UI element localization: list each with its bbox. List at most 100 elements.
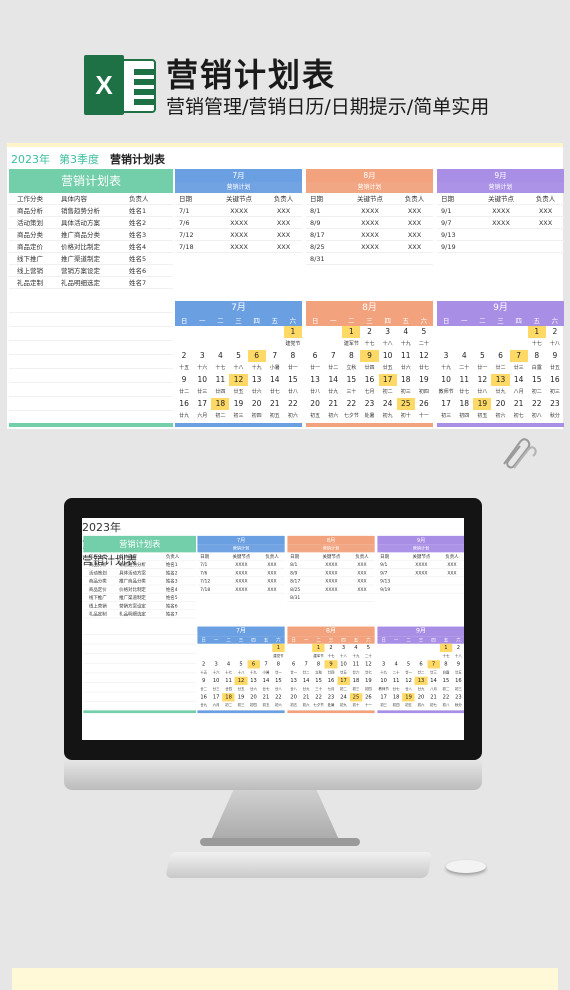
col-header: 负责人 bbox=[355, 553, 369, 560]
calendar-lunar: 初十 bbox=[352, 703, 360, 708]
table-cell bbox=[475, 229, 527, 240]
calendar-lunar: 廿二 bbox=[328, 365, 339, 371]
weekday-label: 日 bbox=[201, 637, 206, 644]
table-row: 7/12 XXXX XXX bbox=[197, 577, 285, 586]
weekday-row: 日一二三四五六 bbox=[287, 636, 375, 644]
col-header: 工作分类 bbox=[17, 195, 43, 203]
calendar-day: 22 bbox=[346, 399, 357, 408]
table-cell: 9/7 bbox=[380, 570, 388, 576]
calendar-lunar bbox=[415, 652, 427, 660]
col-header: 负责人 bbox=[273, 195, 294, 203]
calendar-day: 13 bbox=[251, 375, 262, 384]
month-panel: 9月 营销计划 日期 关键节点 负责人 9/1 XXXX XXX 9/7 XXXX… bbox=[437, 169, 564, 427]
table-cell: 推广商品分类 bbox=[119, 578, 146, 584]
calendar-lunar: 十八 bbox=[382, 341, 393, 347]
weekday-label: 三 bbox=[497, 317, 504, 325]
calendar-lunar: 廿八 bbox=[405, 687, 413, 692]
month-footer bbox=[437, 423, 564, 427]
calendar-day: 16 bbox=[327, 677, 335, 684]
calendar-lunar: 廿二 bbox=[417, 670, 425, 675]
weekday-label: 四 bbox=[515, 317, 522, 325]
calendar-lunar: 初五 bbox=[290, 703, 298, 708]
table-cell: 7/12 bbox=[179, 231, 194, 239]
table-row: 9/7 XXXX XXX bbox=[377, 569, 464, 578]
table-cell bbox=[439, 585, 464, 593]
table-cell: 线上营销 bbox=[88, 603, 107, 609]
monitor-bezel: 2023年 第3季度 营销计划表 营销计划表 工作分类 具体内容 负责人 商品分… bbox=[64, 498, 482, 760]
calendar-day: 8 bbox=[290, 351, 296, 360]
table-cell: 8/25 bbox=[290, 586, 301, 593]
col-header: 日期 bbox=[200, 553, 210, 560]
calendar-lunar: 廿七 bbox=[262, 687, 270, 692]
calendar-lunar: 十九 bbox=[250, 670, 257, 675]
table-row: 商品分析 销售趋势分析 姓名1 bbox=[9, 205, 173, 217]
calendar-lunar bbox=[306, 338, 324, 350]
calendar-lunar: 十九 bbox=[380, 670, 388, 675]
calendar-day bbox=[222, 644, 234, 652]
weekday-label: 一 bbox=[303, 637, 309, 644]
table-row: 8/31 bbox=[306, 253, 433, 265]
calendar-lunar: 七月 bbox=[364, 389, 375, 395]
table-cell: 8/1 bbox=[310, 207, 321, 215]
calendar-day: 14 bbox=[270, 375, 280, 384]
month-subheading: 营销计划 bbox=[377, 544, 464, 553]
table-cell: 线下推广 bbox=[17, 255, 43, 263]
table-cell: XXX bbox=[267, 578, 277, 584]
calendar-lunar: 廿三 bbox=[197, 389, 208, 395]
table-row: 活动策划 具体活动方案 姓名2 bbox=[83, 569, 197, 578]
table-row: 9/19 bbox=[437, 241, 564, 253]
table-cell bbox=[344, 253, 396, 264]
table-cell: 姓名3 bbox=[165, 578, 178, 584]
calendar-day: 1 bbox=[342, 326, 361, 338]
table-row: 7/12 XXXX XXX bbox=[175, 229, 302, 241]
calendar-lunar: 初六 bbox=[274, 703, 282, 708]
table-row: 8/17 XXXX XXX bbox=[287, 577, 375, 586]
calendar-day: 12 bbox=[477, 375, 488, 384]
calendar-day: 15 bbox=[275, 677, 282, 684]
calendar-lunar: 二十 bbox=[459, 365, 470, 371]
calendar-day: 4 bbox=[403, 327, 409, 336]
calendar-day: 7 bbox=[509, 350, 528, 362]
table-row: 7/18 XXXX XXX bbox=[197, 585, 285, 594]
calendar-lunar: 初三 bbox=[380, 703, 388, 708]
calendar-lunar: 廿五 bbox=[454, 670, 462, 675]
table-cell: 营销方案设定 bbox=[61, 267, 100, 275]
calendar-day: 8 bbox=[348, 351, 354, 360]
calendar-day: 13 bbox=[250, 677, 257, 684]
month-table-header: 日期 关键节点 负责人 bbox=[306, 193, 433, 205]
calendar-lunar bbox=[193, 338, 211, 350]
weekday-label: 二 bbox=[316, 637, 321, 644]
year-label: 2023年 bbox=[11, 153, 50, 166]
calendar-day: 19 bbox=[237, 693, 245, 701]
weekday-row: 日一二三四五六 bbox=[197, 636, 285, 644]
calendar-day: 4 bbox=[226, 660, 231, 668]
calendar-day bbox=[455, 326, 473, 338]
calendar-day: 18 bbox=[222, 693, 235, 702]
calendar-day: 21 bbox=[270, 399, 280, 408]
table-cell: 7/1 bbox=[200, 561, 208, 568]
col-header: 日期 bbox=[179, 195, 192, 203]
calendar-day: 17 bbox=[378, 374, 397, 386]
calendar-lunar: 廿一 bbox=[405, 670, 413, 675]
table-row: 礼品定制 礼品明细选定 姓名7 bbox=[83, 610, 197, 619]
monitor-sheet-preview: 2023年 第3季度 营销计划表 营销计划表 工作分类 具体内容 负责人 商品分… bbox=[82, 518, 464, 715]
calendar-day bbox=[390, 644, 402, 652]
calendar-lunar: 初三 bbox=[352, 687, 360, 692]
calendar-day: 20 bbox=[417, 693, 425, 701]
table-row: 8/17 XXXX XXX bbox=[306, 229, 433, 241]
calendar-lunar: 廿四 bbox=[327, 670, 335, 675]
weekday-label: 三 bbox=[235, 317, 242, 325]
weekday-label: 四 bbox=[251, 637, 256, 644]
table-row: 线上营销 营销方案设定 姓名6 bbox=[9, 265, 173, 277]
col-header: 负责人 bbox=[535, 195, 556, 203]
calendar-day bbox=[248, 326, 266, 338]
quarter-label: 第3季度 bbox=[59, 153, 99, 166]
calendar-day: 6 bbox=[247, 350, 266, 362]
page-title: 营销计划表 bbox=[166, 56, 337, 94]
table-cell: XXXX bbox=[361, 219, 379, 227]
weekday-label: 六 bbox=[551, 317, 559, 325]
calendar-day: 2 bbox=[552, 327, 558, 336]
calendar-lunar: 初三 bbox=[441, 413, 452, 419]
weekday-row: 日一二三四五六 bbox=[377, 636, 464, 644]
table-cell: XXXX bbox=[235, 561, 248, 568]
